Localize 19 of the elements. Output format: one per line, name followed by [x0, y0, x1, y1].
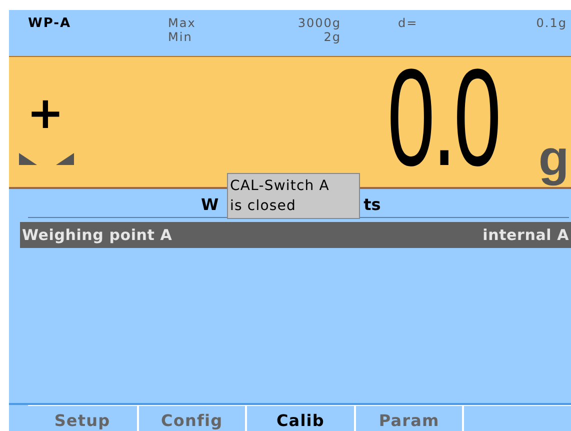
tab[interactable]: Setup [28, 405, 137, 431]
row-name: Weighing point A [22, 226, 172, 244]
min-label: Min [168, 30, 194, 44]
section-title: ts [364, 195, 381, 214]
tab[interactable]: Config [136, 405, 246, 431]
device-name: WP-A [28, 16, 72, 33]
d-label: d= [398, 16, 418, 30]
tooltip: CAL-Switch A is closed [227, 173, 360, 219]
section-title: W [201, 195, 219, 214]
weight-reading: 0.0 [386, 63, 498, 173]
sign: + [27, 97, 64, 131]
max-label: Max [168, 16, 197, 30]
d-value: 0.1g [536, 16, 567, 30]
tab[interactable]: Calib [245, 405, 354, 431]
min-value: 2g [324, 30, 341, 44]
max-value: 3000g [298, 16, 341, 30]
list-row[interactable]: Weighing point A internal A [20, 222, 571, 248]
tab[interactable]: Param [354, 405, 462, 431]
row-value: internal A [482, 226, 569, 244]
